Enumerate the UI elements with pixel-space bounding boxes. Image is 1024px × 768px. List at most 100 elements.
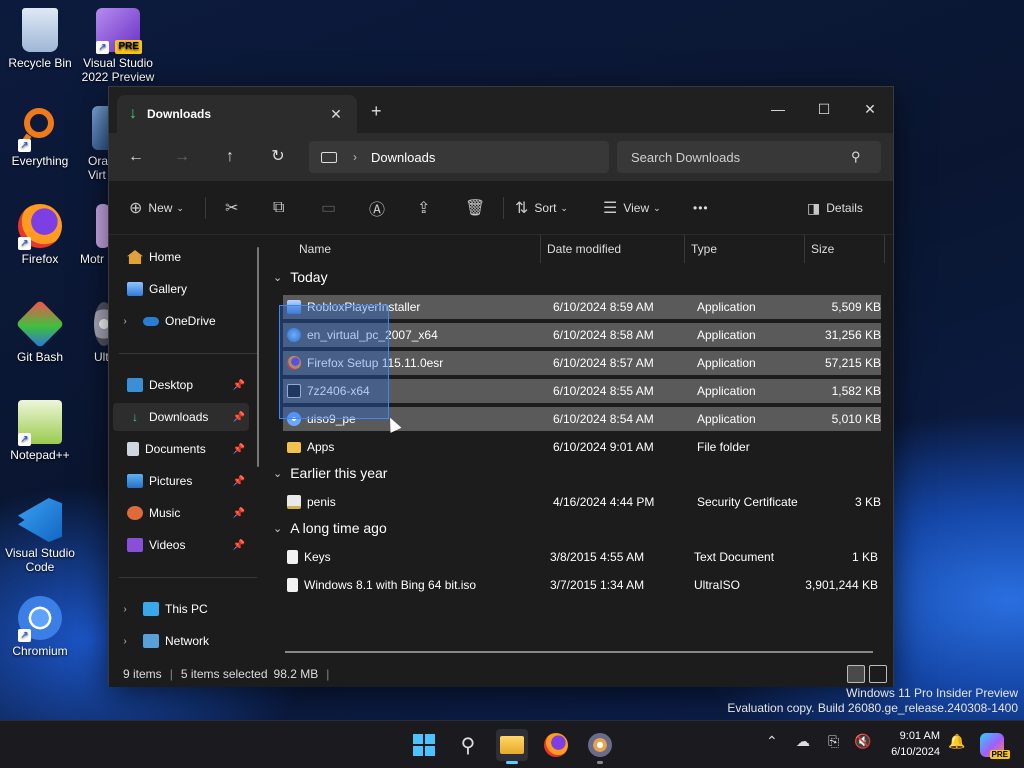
desktop-icon-git-bash[interactable]: Git Bash	[0, 299, 80, 364]
expand-chevron-icon[interactable]: ›	[117, 316, 133, 327]
share-icon: ⇪	[417, 200, 431, 217]
file-row[interactable]: Windows 8.1 with Bing 64 bit.iso 3/7/201…	[283, 573, 881, 597]
back-button[interactable]: ←	[121, 143, 151, 171]
breadcrumb[interactable]: Downloads	[371, 150, 435, 165]
notification-bell-icon[interactable]: 🔔	[948, 733, 965, 750]
ultraiso-taskbar-button[interactable]	[584, 729, 616, 764]
nav-item-downloads[interactable]: ↓ Downloads 📌	[113, 403, 249, 431]
clock[interactable]: 9:01 AM 6/10/2024	[884, 728, 940, 760]
nav-item-network[interactable]: › Network	[113, 627, 249, 655]
rename-button[interactable]: Ⓐ	[369, 195, 391, 221]
desktop-icon-notepad-plus-plus[interactable]: ↗ Notepad++	[0, 400, 80, 462]
nav-label: Home	[149, 250, 182, 264]
cut-button[interactable]: ✂	[225, 195, 244, 221]
share-button[interactable]: ⇪	[417, 195, 436, 221]
nav-item-gallery[interactable]: Gallery	[113, 275, 249, 303]
copilot-button[interactable]: PRE	[976, 729, 1010, 761]
paste-button[interactable]: ▭	[321, 195, 342, 221]
expand-chevron-icon[interactable]: ›	[117, 636, 133, 647]
nav-item-this-pc[interactable]: › This PC	[113, 595, 249, 623]
column-header-size[interactable]: Size	[805, 235, 885, 263]
nav-item-pictures[interactable]: Pictures 📌	[113, 467, 249, 495]
new-button[interactable]: ⊕ New ⌄	[129, 195, 184, 221]
nav-label: This PC	[165, 602, 208, 616]
nav-item-documents[interactable]: Documents 📌	[113, 435, 249, 463]
group-header-today[interactable]: ⌄ Today	[273, 269, 328, 285]
file-size: 1,582 KB	[831, 384, 881, 398]
show-hidden-icons-chevron-icon[interactable]: ⌃	[766, 733, 778, 750]
address-bar[interactable]: › Downloads	[309, 141, 609, 173]
search-box[interactable]: ⚲	[617, 141, 881, 173]
up-button[interactable]: ↑	[215, 143, 245, 171]
desktop-icon-firefox[interactable]: ↗ Firefox	[0, 204, 80, 266]
horizontal-scrollbar[interactable]	[285, 651, 873, 653]
desktop-icon-vscode[interactable]: Visual Studio Code	[0, 498, 80, 574]
file-type: File folder	[697, 440, 750, 454]
sort-button[interactable]: ⇅ Sort ⌄	[515, 195, 568, 221]
group-header-a-long-time-ago[interactable]: ⌄ A long time ago	[273, 520, 387, 536]
desktop-icon-motrix[interactable]: Motr	[78, 204, 108, 266]
file-size: 31,256 KB	[824, 328, 881, 342]
pin-icon[interactable]: 📌	[233, 412, 245, 423]
time: 9:01 AM	[899, 730, 940, 742]
desktop-icon-ultraiso[interactable]: Ult	[80, 302, 108, 364]
chevron-right-icon[interactable]: ›	[353, 150, 357, 164]
desktop-icon-chromium[interactable]: ↗ Chromium	[0, 596, 80, 658]
expand-chevron-icon[interactable]: ›	[117, 604, 133, 615]
network-disconnected-icon[interactable]: ☁	[796, 733, 810, 750]
scissors-icon: ✂	[225, 200, 239, 217]
file-explorer-taskbar-button[interactable]	[496, 729, 528, 764]
chevron-down-icon: ⌄	[653, 202, 661, 213]
search-button[interactable]: ⚲	[452, 729, 484, 761]
forward-button[interactable]: →	[167, 143, 197, 171]
search-input[interactable]	[631, 149, 851, 165]
file-size: 5,509 KB	[831, 300, 881, 314]
pre-badge: PRE	[989, 750, 1010, 759]
pin-icon[interactable]: 📌	[233, 508, 245, 519]
close-tab-icon[interactable]: ✕	[323, 106, 349, 123]
file-list: Name Date modified Type Size ⌄ Today Rob…	[269, 235, 885, 661]
pin-icon[interactable]: 📌	[233, 476, 245, 487]
speaker-muted-icon[interactable]: 🔇	[854, 733, 871, 750]
view-button[interactable]: ☰ View ⌄	[603, 195, 661, 221]
refresh-button[interactable]: ↻	[263, 143, 293, 171]
nav-item-music[interactable]: Music 📌	[113, 499, 249, 527]
tab-downloads[interactable]: ↓ Downloads ✕	[117, 95, 357, 133]
nav-item-desktop[interactable]: Desktop 📌	[113, 371, 249, 399]
close-window-button[interactable]: ✕	[847, 95, 893, 123]
desktop-icon-recycle-bin[interactable]: Recycle Bin	[0, 8, 80, 70]
navigation-scrollbar[interactable]	[257, 247, 259, 467]
tiles-view-button[interactable]	[869, 665, 887, 683]
copy-button[interactable]: ⧉	[273, 195, 290, 221]
pin-icon[interactable]: 📌	[233, 444, 245, 455]
group-header-earlier-this-year[interactable]: ⌄ Earlier this year	[273, 465, 387, 481]
start-button[interactable]	[408, 729, 440, 761]
pin-icon[interactable]: 📌	[233, 380, 245, 391]
column-header-type[interactable]: Type	[685, 235, 805, 263]
details-view-button[interactable]	[847, 665, 865, 683]
nav-item-onedrive[interactable]: › OneDrive	[113, 307, 249, 335]
pin-icon[interactable]: 📌	[233, 540, 245, 551]
navigation-bar: ← → ↑ ↻ › Downloads ⚲	[109, 133, 893, 181]
column-header-name[interactable]: Name	[293, 235, 541, 263]
firefox-taskbar-button[interactable]	[540, 729, 572, 761]
file-type: Application	[697, 384, 756, 398]
details-pane-button[interactable]: ◨ Details	[807, 195, 863, 221]
desktop-icon-visual-studio-2022[interactable]: PRE ↗ Visual Studio 2022 Preview	[78, 8, 158, 84]
new-tab-button[interactable]: +	[371, 101, 382, 122]
downloads-icon: ↓	[132, 410, 138, 424]
nav-label: Gallery	[149, 282, 188, 296]
file-row[interactable]: penis 4/16/2024 4:44 PM Security Certifi…	[283, 490, 881, 514]
column-header-date-modified[interactable]: Date modified	[541, 235, 685, 263]
more-options-button[interactable]: •••	[693, 195, 709, 221]
nav-item-videos[interactable]: Videos 📌	[113, 531, 249, 559]
file-row[interactable]: Keys 3/8/2015 4:55 AM Text Document 1 KB	[283, 545, 881, 569]
minimize-button[interactable]: —	[755, 95, 801, 123]
display-icon[interactable]: ⎘	[828, 733, 839, 750]
maximize-button[interactable]: ☐	[801, 95, 847, 123]
nav-item-home[interactable]: Home	[113, 243, 249, 271]
nav-label: Desktop	[149, 378, 194, 392]
desktop-icon-everything[interactable]: ↗ Everything	[0, 106, 80, 168]
file-row[interactable]: Apps 6/10/2024 9:01 AM File folder	[283, 435, 881, 459]
delete-button[interactable]: 🗑	[465, 195, 491, 221]
